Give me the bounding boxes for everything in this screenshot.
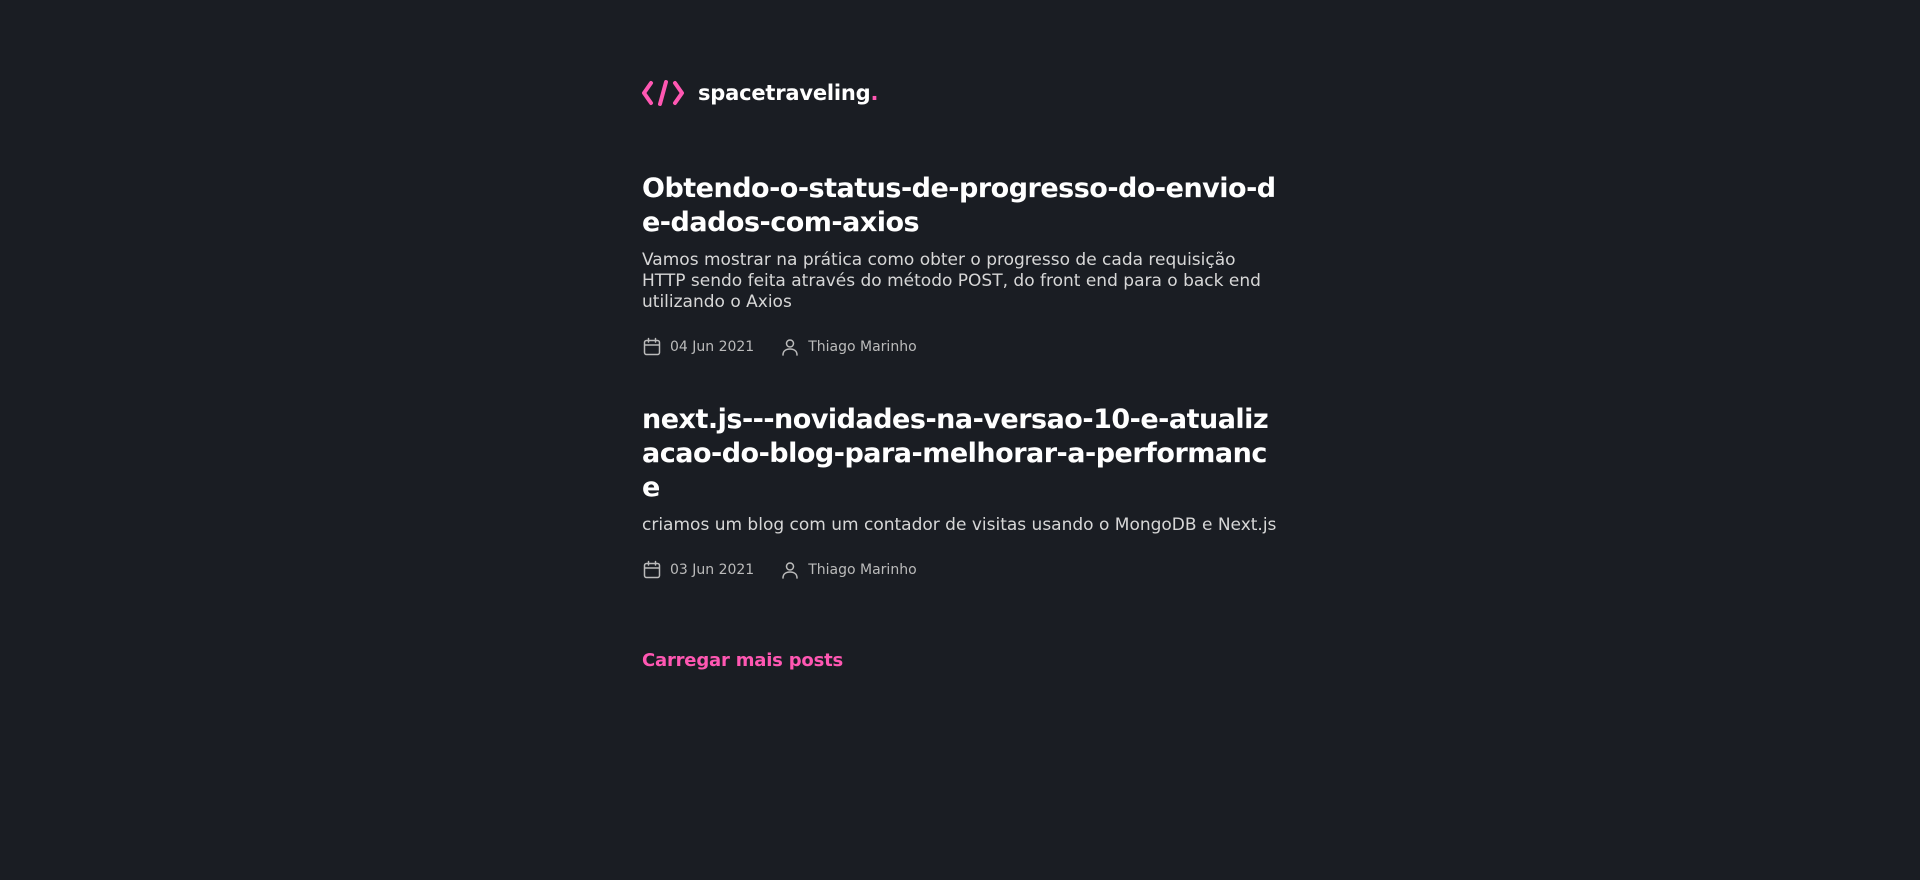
post-author-text: Thiago Marinho [808, 339, 917, 355]
post-date-text: 04 Jun 2021 [670, 339, 755, 355]
brand-name[interactable]: spacetraveling. [698, 81, 878, 105]
post-meta: 04 Jun 2021 Thiago Marinho [642, 337, 1282, 357]
user-icon [780, 337, 800, 357]
post-date: 03 Jun 2021 [642, 560, 754, 580]
post-subtitle: criamos um blog com um contador de visit… [642, 515, 1277, 535]
brand-name-text: spacetraveling [698, 81, 871, 105]
post-author: Thiago Marinho [780, 560, 917, 580]
post-date-text: 03 Jun 2021 [670, 562, 755, 578]
calendar-icon [642, 337, 662, 357]
post-list: Obtendo-o-status-de-progresso-do-envio-d… [642, 172, 1282, 671]
post-subtitle: Vamos mostrar na prática como obter o pr… [642, 250, 1261, 312]
brand-dot: . [870, 81, 879, 105]
calendar-icon [642, 560, 662, 580]
post-meta: 03 Jun 2021 Thiago Marinho [642, 560, 1282, 580]
post-title[interactable]: Obtendo-o-status-de-progresso-do-envio-d… [642, 172, 1282, 240]
post-item[interactable]: next.js---novidades-na-versao-10-e-atual… [642, 403, 1282, 580]
post-author: Thiago Marinho [780, 337, 917, 357]
code-brackets-icon[interactable] [642, 73, 684, 113]
site-header: spacetraveling. [642, 73, 1282, 113]
post-title[interactable]: next.js---novidades-na-versao-10-e-atual… [642, 403, 1282, 505]
main-container: spacetraveling. Obtendo-o-status-de-prog… [642, 0, 1282, 671]
load-more-button[interactable]: Carregar mais posts [642, 650, 843, 671]
user-icon [780, 560, 800, 580]
post-item[interactable]: Obtendo-o-status-de-progresso-do-envio-d… [642, 172, 1282, 357]
post-date: 04 Jun 2021 [642, 337, 754, 357]
post-author-text: Thiago Marinho [808, 562, 917, 578]
